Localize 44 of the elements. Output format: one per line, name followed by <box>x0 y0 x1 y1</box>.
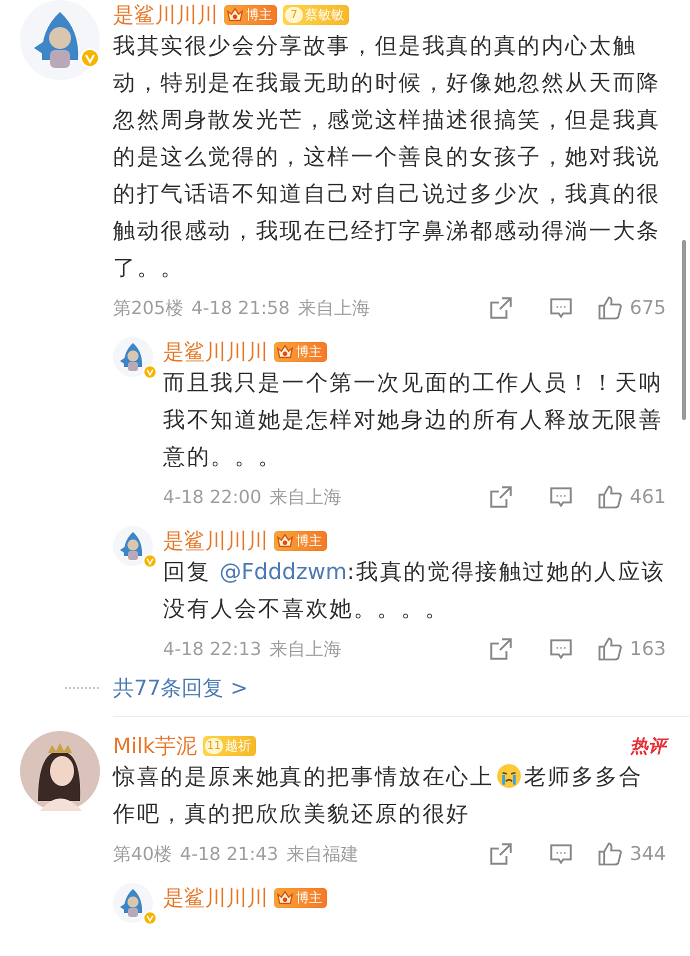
comment-text: 惊喜的是原来她真的把事情放在心上 老师多多合作吧，真的把欣欣美貌还原的很好 <box>113 762 644 829</box>
share-icon[interactable] <box>488 841 514 867</box>
crying-emoji-icon <box>496 763 522 789</box>
user-name[interactable]: Milk芋泥 <box>113 732 197 760</box>
blogger-badge: 博主 <box>274 888 327 908</box>
comment-location: 来自上海 <box>298 297 370 320</box>
user-name[interactable]: 是鲨川川川 <box>163 527 268 555</box>
fan-badge: 7 蔡敏敏 <box>283 5 349 25</box>
blogger-badge: 博主 <box>274 342 327 362</box>
more-replies-link[interactable]: 共77条回复 > <box>113 674 248 702</box>
comment-time: 4-18 21:43 <box>180 844 278 864</box>
comment-text: 我其实很少会分享故事，但是我真的真的内心太触动，特别是在我最无助的时候，好像她忽然从天而降忽然周身散发光芒，感觉这样描述很搞笑，但是我真的是这么觉得的，这样一个善良的女孩子，她对我说的打气话语不知道自己对自己说过多少次，我真的很触动很感动，我现在已经打字鼻涕都感动得淌一大条了。。 <box>113 33 662 283</box>
user-name[interactable]: 是鲨川川川 <box>113 1 218 29</box>
comment-time: 4-18 21:58 <box>191 298 290 318</box>
thumbs-up-icon <box>596 635 624 663</box>
verified-icon <box>143 365 157 379</box>
thumbs-up-icon <box>596 840 624 868</box>
mention-link[interactable]: @Fdddzwm <box>219 560 347 585</box>
reply-text: 回复 @Fdddzwm:我真的觉得接触过她的人应该没有人会不喜欢她。。。。 <box>163 559 666 624</box>
reply-location: 来自上海 <box>269 638 342 661</box>
user-name[interactable]: 是鲨川川川 <box>163 884 268 912</box>
reply-time: 4-18 22:00 <box>163 486 262 508</box>
share-icon[interactable] <box>488 636 514 662</box>
like-button[interactable]: 461 <box>596 483 666 511</box>
reply-time: 4-18 22:13 <box>163 638 262 660</box>
comment-location: 来自福建 <box>286 843 358 866</box>
verified-icon <box>143 911 157 925</box>
share-icon[interactable] <box>488 295 514 321</box>
fan-badge: 11 越祈 <box>202 736 256 756</box>
blogger-badge: 博主 <box>274 531 327 551</box>
floor-number: 第40楼 <box>113 843 172 866</box>
share-icon[interactable] <box>488 484 514 510</box>
reply-location: 来自上海 <box>269 486 342 509</box>
user-name[interactable]: 是鲨川川川 <box>163 338 268 366</box>
reply-text: 而且我只是一个第一次见面的工作人员！！天呐我不知道她是怎样对她身边的所有人释放无限善意的。。。 <box>163 370 664 472</box>
scrollbar[interactable] <box>682 240 686 420</box>
like-button[interactable]: 675 <box>596 294 666 322</box>
like-button[interactable]: 163 <box>596 635 666 663</box>
verified-icon <box>143 554 157 568</box>
floor-number: 第205楼 <box>113 297 184 320</box>
thumbs-up-icon <box>596 483 624 511</box>
thumbs-up-icon <box>596 294 624 322</box>
like-button[interactable]: 344 <box>596 840 666 868</box>
blogger-badge: 博主 <box>224 5 277 25</box>
